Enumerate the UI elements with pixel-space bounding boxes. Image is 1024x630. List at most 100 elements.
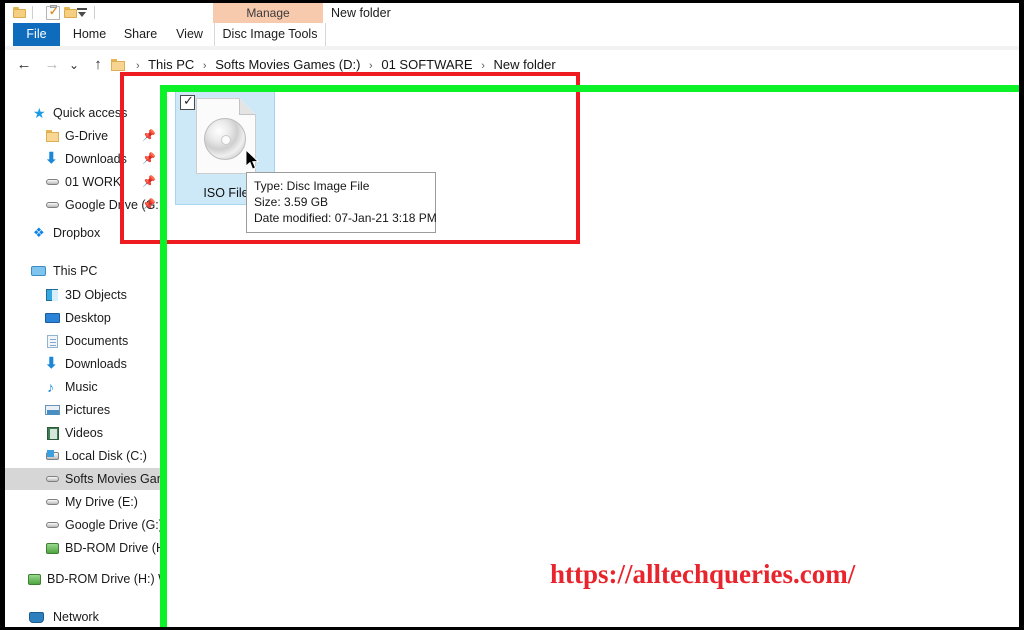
sidebar-item-3d-objects[interactable]: 3D Objects — [5, 284, 160, 306]
breadcrumb-item-softs-movies-games[interactable]: Softs Movies Games (D:) — [215, 57, 360, 72]
pin-icon[interactable]: 📌 — [142, 176, 156, 188]
sidebar-item-network[interactable]: Network — [5, 606, 160, 627]
sidebar-item-label: Downloads — [65, 152, 127, 166]
recent-locations-button[interactable]: ⌄ — [65, 50, 83, 80]
address-bar: ← → ⌄ ↑ › This PC › Softs Movies Games (… — [5, 50, 1019, 80]
file-checkbox[interactable]: ✓ — [180, 93, 195, 110]
sidebar-item-bd-rom-drive-h[interactable]: BD-ROM Drive (H:) — [5, 537, 160, 559]
address-folder-icon — [111, 59, 125, 71]
drive-icon — [45, 472, 60, 486]
sidebar-item-dropbox[interactable]: ❖ Dropbox — [5, 222, 160, 244]
sidebar-item-local-disk-c[interactable]: Local Disk (C:) — [5, 445, 160, 467]
sidebar-item-bd-rom-drive-h-w[interactable]: BD-ROM Drive (H:) W — [5, 568, 160, 590]
breadcrumb-separator-2: › — [369, 60, 373, 72]
sidebar-item-label: G-Drive — [65, 129, 109, 143]
folder-icon[interactable] — [13, 7, 26, 18]
ribbon-tab-strip: File Home Share View Disc Image Tools — [5, 23, 1019, 46]
navigation-pane[interactable]: ★ Quick access G-Drive 📌 ⬇ Downloads 📌 0… — [5, 80, 160, 627]
sidebar-item-my-drive-e[interactable]: My Drive (E:) — [5, 491, 160, 513]
sidebar-item-label: Music — [65, 380, 98, 394]
breadcrumb-separator-3: › — [481, 60, 485, 72]
file-explorer-window: ✓ Manage New folder File Home Share View… — [5, 3, 1019, 627]
sidebar-item-label: My Drive (E:) — [65, 495, 138, 509]
sidebar-item-google-drive-g[interactable]: Google Drive (G:) — [5, 514, 160, 536]
drive-icon — [45, 175, 60, 189]
sidebar-item-downloads[interactable]: ⬇ Downloads — [5, 353, 160, 375]
breadcrumb-item-new-folder[interactable]: New folder — [494, 57, 556, 72]
star-icon: ★ — [33, 105, 46, 121]
3d-objects-icon — [45, 288, 60, 302]
tab-share[interactable]: Share — [116, 23, 165, 46]
tab-file[interactable]: File — [13, 23, 60, 46]
sidebar-item-label: BD-ROM Drive (H:) — [65, 541, 160, 555]
contextual-tool-header: Manage — [213, 3, 323, 23]
breadcrumb-item-01-software[interactable]: 01 SOFTWARE — [381, 57, 472, 72]
tab-disc-image-tools[interactable]: Disc Image Tools — [214, 23, 326, 46]
sidebar-item-label: This PC — [53, 264, 98, 278]
screenshot-frame: ✓ Manage New folder File Home Share View… — [0, 0, 1024, 630]
sidebar-item-downloads-quick[interactable]: ⬇ Downloads 📌 — [5, 148, 160, 170]
sidebar-item-label: Downloads — [65, 357, 127, 371]
tooltip-date-line: Date modified: 07-Jan-21 3:18 PM — [254, 211, 437, 225]
contextual-tool-header-label: Manage — [246, 6, 290, 20]
sidebar-item-label: Dropbox — [53, 226, 101, 240]
pin-icon[interactable]: 📌 — [142, 153, 156, 165]
file-tooltip: Type: Disc Image File Size: 3.59 GB Date… — [246, 172, 437, 233]
up-button[interactable]: ↑ — [88, 50, 108, 80]
sidebar-item-softs-movies-games[interactable]: Softs Movies Games — [5, 468, 160, 490]
breadcrumb-item-this-pc[interactable]: This PC — [148, 57, 194, 72]
sidebar-item-label: Documents — [65, 334, 129, 348]
sidebar-item-desktop[interactable]: Desktop — [5, 307, 160, 329]
sidebar-item-label: Local Disk (C:) — [65, 449, 147, 463]
window-title: New folder — [331, 6, 391, 20]
tab-view[interactable]: View — [167, 23, 212, 46]
desktop-icon — [45, 311, 60, 325]
music-icon: ♪ — [47, 379, 54, 395]
bd-rom-icon — [27, 572, 42, 586]
pictures-icon — [45, 403, 60, 417]
tab-home[interactable]: Home — [65, 23, 114, 46]
download-icon: ⬇ — [45, 355, 58, 372]
website-watermark: https://alltechqueries.com/ — [550, 559, 856, 589]
bd-rom-icon — [45, 541, 60, 555]
breadcrumb-separator-0: › — [136, 60, 140, 72]
folder-icon — [45, 129, 60, 143]
drive-icon — [45, 198, 60, 212]
sidebar-item-label: 01 WORK — [65, 175, 122, 189]
drive-icon — [45, 495, 60, 509]
breadcrumb[interactable]: › This PC › Softs Movies Games (D:) › 01… — [131, 50, 556, 80]
sidebar-item-documents[interactable]: Documents — [5, 330, 160, 352]
download-icon: ⬇ — [45, 150, 58, 167]
sidebar-item-label: Desktop — [65, 311, 111, 325]
customize-dropdown-icon[interactable] — [75, 7, 89, 19]
breadcrumb-separator-1: › — [202, 60, 207, 72]
sidebar-item-music[interactable]: ♪ Music — [5, 376, 160, 398]
videos-icon — [45, 426, 60, 440]
sidebar-item-google-drive-g-quick[interactable]: Google Drive (G: 📌 — [5, 194, 160, 216]
sidebar-item-pictures[interactable]: Pictures — [5, 399, 160, 421]
sidebar-item-label: BD-ROM Drive (H:) W — [47, 572, 160, 586]
sidebar-item-01-work[interactable]: 01 WORK 📌 — [5, 171, 160, 193]
dropbox-icon: ❖ — [33, 225, 45, 240]
sidebar-item-label: Google Drive (G:) — [65, 518, 160, 532]
pin-icon[interactable]: 📌 — [142, 130, 156, 142]
sidebar-item-quick-access[interactable]: ★ Quick access — [5, 102, 160, 124]
sidebar-item-label: 3D Objects — [65, 288, 127, 302]
mouse-cursor-icon — [246, 150, 260, 170]
file-list-pane[interactable]: ✓ ISO File Type: Disc Image File Size: 3… — [160, 80, 1019, 627]
sidebar-item-g-drive[interactable]: G-Drive 📌 — [5, 125, 160, 147]
tooltip-size-line: Size: 3.59 GB — [254, 195, 329, 209]
pin-icon[interactable]: 📌 — [142, 199, 156, 211]
back-button[interactable]: ← — [13, 50, 35, 80]
properties-icon[interactable]: ✓ — [46, 5, 60, 20]
documents-icon — [45, 334, 60, 348]
sidebar-item-videos[interactable]: Videos — [5, 422, 160, 444]
forward-button[interactable]: → — [41, 50, 63, 80]
toolbar-separator-2 — [94, 6, 95, 19]
pc-icon — [31, 264, 46, 278]
tooltip-type-line: Type: Disc Image File — [254, 179, 370, 193]
sidebar-item-this-pc[interactable]: This PC — [5, 260, 160, 282]
sidebar-item-label: Pictures — [65, 403, 111, 417]
quick-access-toolbar: ✓ Manage New folder — [5, 3, 1019, 23]
network-icon — [29, 610, 44, 624]
